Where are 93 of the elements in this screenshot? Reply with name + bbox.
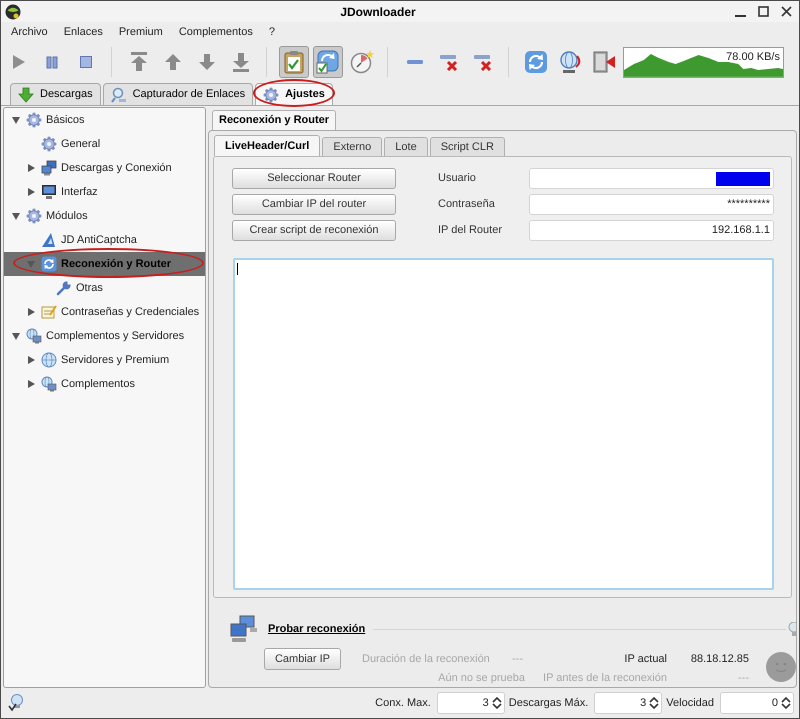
move-to-bottom-icon — [231, 52, 251, 72]
bar-cross-icon — [440, 54, 458, 70]
tree-item[interactable]: Complementos y Servidores — [4, 324, 205, 348]
triangle-icon — [41, 232, 57, 248]
spinner-arrows-icon — [649, 696, 660, 710]
previous-ip-label: IP antes de la reconexión — [543, 670, 667, 686]
app-logo-icon — [5, 4, 21, 20]
smiley-icon — [766, 652, 796, 682]
network-computers-icon — [230, 615, 258, 643]
menu-item[interactable]: Archivo — [3, 24, 56, 40]
tree-item[interactable]: Descargas y Conexión — [4, 156, 205, 180]
sub-tab[interactable]: Script CLR — [430, 137, 505, 156]
field-label: IP del Router — [438, 223, 502, 238]
current-ip-label: IP actual — [624, 652, 667, 667]
menu-item[interactable]: ? — [260, 24, 283, 40]
number-spinner[interactable]: 3 — [594, 692, 662, 714]
test-status: Aún no se prueba — [438, 670, 525, 686]
menu-item[interactable]: Premium — [110, 24, 171, 40]
number-spinner[interactable]: 3 — [436, 692, 505, 714]
action-button[interactable]: Crear script de reconexión — [232, 220, 396, 241]
action-button[interactable]: Seleccionar Router — [232, 168, 396, 189]
move-to-top-icon — [129, 52, 149, 72]
minimize-icon — [735, 14, 746, 16]
clock-icon — [350, 50, 374, 74]
minus-icon — [406, 58, 424, 66]
gear-icon — [26, 112, 42, 128]
clipboard-toggle[interactable] — [279, 46, 309, 78]
text-caret — [237, 263, 238, 275]
duration-label: Duración de la reconexión — [362, 652, 490, 667]
refresh-icon — [41, 256, 57, 272]
download-arrow-icon — [18, 86, 34, 102]
spinner-arrows-icon — [781, 696, 791, 710]
refresh-check-icon — [316, 50, 340, 74]
globe-computer-icon — [26, 328, 42, 344]
notepad-icon — [41, 304, 57, 320]
computers-icon — [41, 160, 57, 176]
arrow-up-icon — [163, 52, 183, 72]
field-label: Contraseña — [438, 197, 495, 212]
bar-cross-icon — [474, 54, 492, 70]
number-spinner[interactable]: 0 — [720, 692, 794, 714]
text-field[interactable] — [529, 168, 774, 189]
wrench-icon — [56, 280, 72, 296]
tree-item[interactable]: Básicos — [4, 108, 205, 132]
spinner-arrows-icon — [492, 696, 502, 710]
spinner-label: Conx. Max. — [375, 696, 431, 711]
change-ip-button[interactable]: Cambiar IP — [264, 648, 341, 670]
maximize-icon — [758, 6, 769, 17]
menu-item[interactable]: Complementos — [170, 24, 261, 40]
window-title: JDownloader — [340, 4, 416, 20]
tree-item[interactable]: General — [4, 132, 205, 156]
text-field[interactable]: 192.168.1.1 — [529, 220, 774, 241]
gear-icon — [263, 86, 280, 102]
clipboard-check-icon — [282, 50, 306, 74]
duration-value: --- — [512, 652, 523, 667]
gear-icon — [41, 136, 57, 152]
arrow-down-icon — [197, 52, 217, 72]
tree-item[interactable]: JD AntiCaptcha — [4, 228, 205, 252]
tree-item[interactable]: Otras — [4, 276, 205, 300]
previous-ip-value: --- — [738, 670, 749, 686]
reconnect-toggle[interactable] — [313, 46, 343, 78]
panel-tab[interactable]: Reconexión y Router — [212, 110, 336, 130]
tree-item[interactable]: Interfaz — [4, 180, 205, 204]
tree-item[interactable]: Complementos — [4, 372, 205, 396]
speed-reading: 78.00 KB/s — [726, 50, 780, 64]
spinner-label: Descargas Máx. — [508, 696, 588, 711]
tree-item[interactable]: Módulos — [4, 204, 205, 228]
monitor-icon — [41, 184, 57, 200]
current-ip-value: 88.18.12.85 — [690, 652, 749, 667]
main-tab[interactable]: Capturador de Enlaces — [102, 83, 254, 105]
text-field[interactable]: ********** — [529, 194, 774, 215]
bulb-check-icon — [8, 694, 24, 712]
pause-icon — [44, 54, 60, 70]
gear-icon — [26, 208, 42, 224]
refresh-icon — [524, 50, 548, 74]
sub-tab[interactable]: LiveHeader/Curl — [214, 135, 320, 156]
close-icon — [781, 6, 792, 17]
tree-item[interactable]: Servidores y Premium — [4, 348, 205, 372]
exit-door-icon — [592, 50, 616, 74]
magnifier-icon — [110, 86, 127, 102]
globe-icon — [41, 352, 57, 368]
menu-item[interactable]: Enlaces — [56, 24, 111, 40]
action-button[interactable]: Cambiar IP del router — [232, 194, 396, 215]
sub-tab[interactable]: Lote — [384, 137, 428, 156]
globe-computer-icon — [41, 376, 57, 392]
play-icon — [10, 54, 26, 70]
section-title: Probar reconexión — [268, 622, 366, 637]
sub-tab[interactable]: Externo — [322, 137, 382, 156]
globe-arrow-icon — [558, 50, 582, 74]
field-label: Usuario — [438, 171, 476, 186]
stop-icon — [78, 54, 94, 70]
tree-item[interactable]: Contraseñas y Credenciales — [4, 300, 205, 324]
spinner-label: Velocidad — [666, 696, 714, 711]
main-tab[interactable]: Descargas — [10, 83, 101, 105]
